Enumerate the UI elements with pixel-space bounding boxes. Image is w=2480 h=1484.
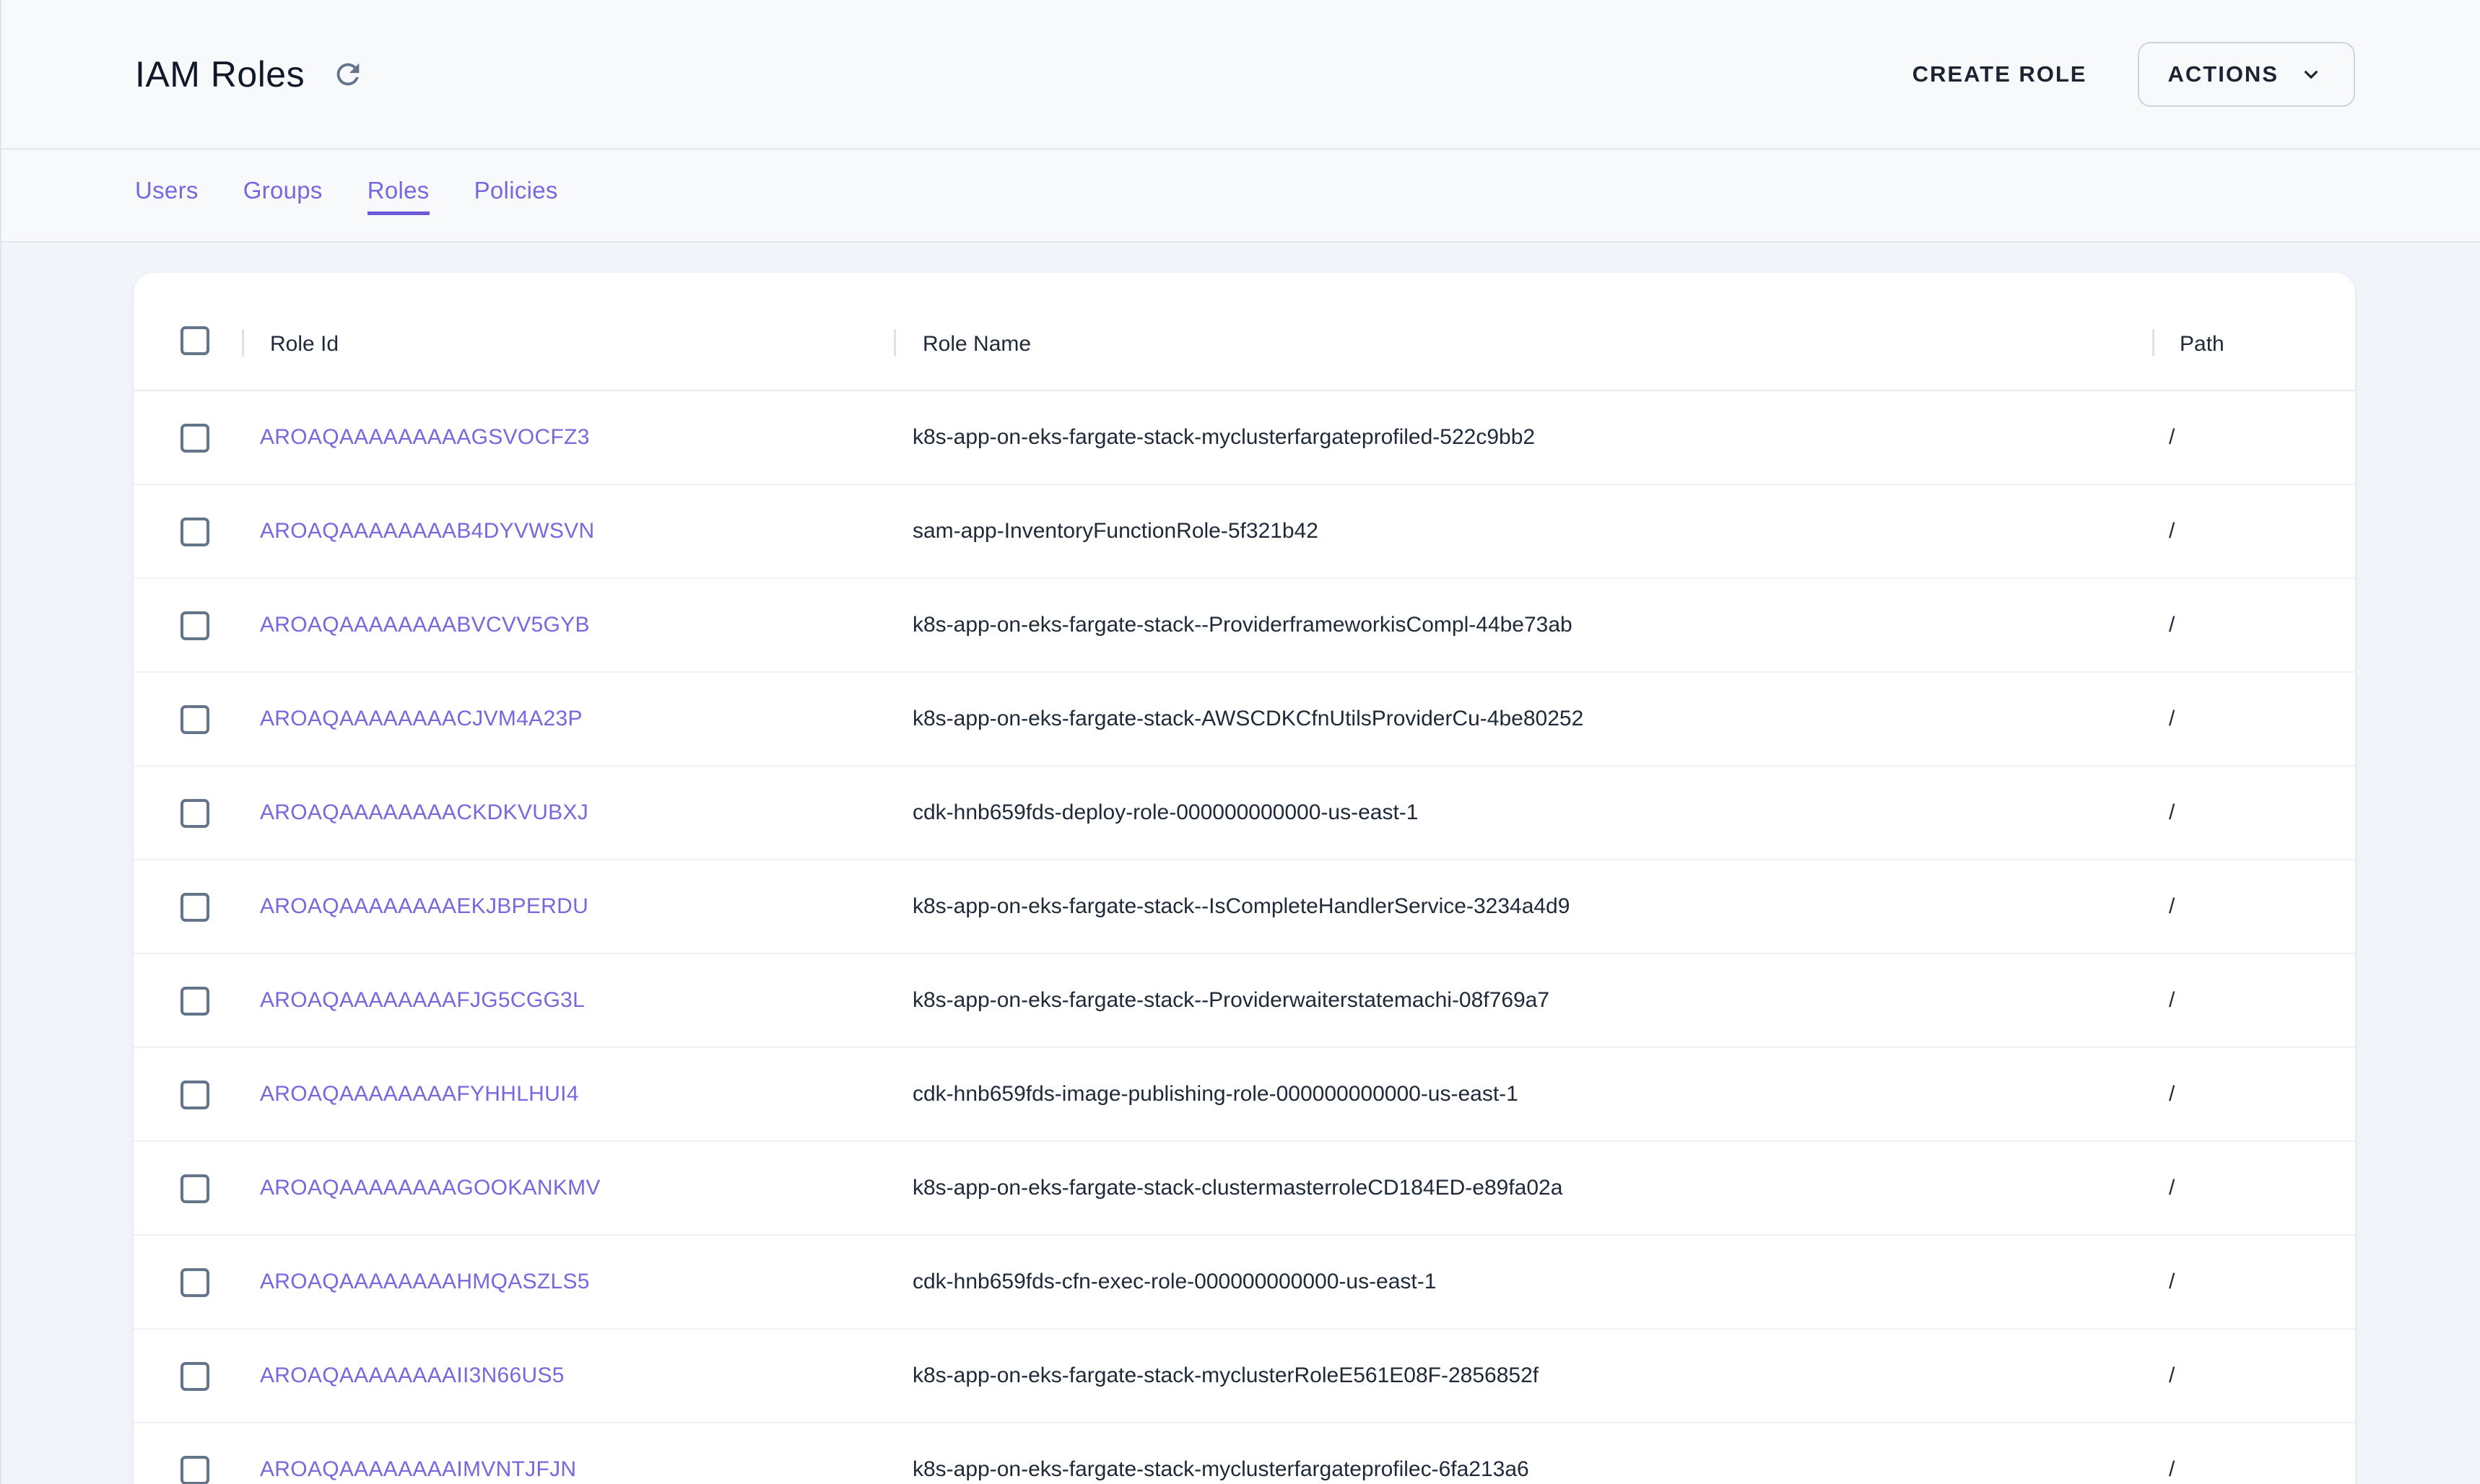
chevron-down-icon — [2297, 61, 2325, 88]
row-checkbox[interactable] — [180, 424, 209, 453]
table-header: Role Id Role Name Path — [134, 273, 2355, 391]
row-checkbox[interactable] — [180, 1362, 209, 1391]
actions-button-label: ACTIONS — [2168, 61, 2279, 87]
refresh-icon — [331, 58, 365, 91]
tab-groups[interactable]: Groups — [243, 177, 323, 215]
table-row: AROAQAAAAAAAAIMVNTJFJN k8s-app-on-eks-fa… — [134, 1423, 2355, 1484]
row-checkbox[interactable] — [180, 705, 209, 734]
table-row: AROAQAAAAAAAAAGSVOCFZ3 k8s-app-on-eks-fa… — [134, 391, 2355, 485]
title-wrap: IAM Roles — [135, 53, 365, 95]
roles-table-card: Role Id Role Name Path AROAQAAAAAAAAAGSV… — [134, 273, 2355, 1484]
role-id-link[interactable]: AROAQAAAAAAAAEKJBPERDU — [260, 894, 588, 919]
role-id-link[interactable]: AROAQAAAAAAAAFJG5CGG3L — [260, 988, 585, 1013]
role-id-link[interactable]: AROAQAAAAAAAABVCVV5GYB — [260, 613, 590, 637]
row-checkbox[interactable] — [180, 987, 209, 1016]
actions-button[interactable]: ACTIONS — [2138, 42, 2356, 107]
path-text: / — [2169, 613, 2175, 637]
role-name-text: k8s-app-on-eks-fargate-stack--Providerfr… — [913, 613, 1572, 637]
path-text: / — [2169, 1270, 2175, 1294]
role-name-text: cdk-hnb659fds-cfn-exec-role-000000000000… — [913, 1270, 1436, 1294]
role-id-link[interactable]: AROAQAAAAAAAAAGSVOCFZ3 — [260, 425, 590, 450]
role-name-text: k8s-app-on-eks-fargate-stack--Providerwa… — [913, 988, 1549, 1013]
role-name-text: k8s-app-on-eks-fargate-stack-myclusterRo… — [913, 1363, 1539, 1388]
table-row: AROAQAAAAAAAAFYHHLHUI4 cdk-hnb659fds-ima… — [134, 1048, 2355, 1142]
column-header-path[interactable]: Path — [2180, 331, 2224, 357]
tab-roles[interactable]: Roles — [367, 177, 430, 215]
role-name-text: cdk-hnb659fds-image-publishing-role-0000… — [913, 1082, 1518, 1107]
table-row: AROAQAAAAAAAACJVM4A23P k8s-app-on-eks-fa… — [134, 673, 2355, 767]
role-name-text: k8s-app-on-eks-fargate-stack-clustermast… — [913, 1176, 1562, 1200]
table-row: AROAQAAAAAAAAEKJBPERDU k8s-app-on-eks-fa… — [134, 860, 2355, 954]
column-divider — [242, 329, 244, 357]
path-text: / — [2169, 988, 2175, 1013]
role-id-link[interactable]: AROAQAAAAAAAACJVM4A23P — [260, 707, 583, 731]
row-checkbox[interactable] — [180, 1456, 209, 1484]
page-header: IAM Roles CREATE ROLE ACTIONS — [1, 0, 2480, 149]
table-row: AROAQAAAAAAAAHMQASZLS5 cdk-hnb659fds-cfn… — [134, 1236, 2355, 1330]
create-role-button[interactable]: CREATE ROLE — [1895, 48, 2105, 100]
row-checkbox[interactable] — [180, 893, 209, 922]
path-text: / — [2169, 1457, 2175, 1482]
refresh-button[interactable] — [331, 57, 365, 92]
path-text: / — [2169, 1082, 2175, 1107]
page-title: IAM Roles — [135, 53, 305, 95]
path-text: / — [2169, 707, 2175, 731]
tab-policies[interactable]: Policies — [474, 177, 558, 215]
row-checkbox[interactable] — [180, 1174, 209, 1203]
table-row: AROAQAAAAAAAAB4DYVWSVN sam-app-Inventory… — [134, 485, 2355, 579]
tab-bar: Users Groups Roles Policies — [1, 151, 2480, 243]
row-checkbox[interactable] — [180, 1268, 209, 1297]
path-text: / — [2169, 800, 2175, 825]
column-header-role-id[interactable]: Role Id — [270, 331, 339, 357]
role-id-link[interactable]: AROAQAAAAAAAAB4DYVWSVN — [260, 519, 594, 544]
role-id-link[interactable]: AROAQAAAAAAAAII3N66US5 — [260, 1363, 565, 1388]
role-id-link[interactable]: AROAQAAAAAAAAFYHHLHUI4 — [260, 1082, 579, 1107]
tab-users[interactable]: Users — [135, 177, 199, 215]
table-row: AROAQAAAAAAAABVCVV5GYB k8s-app-on-eks-fa… — [134, 579, 2355, 673]
table-row: AROAQAAAAAAAAII3N66US5 k8s-app-on-eks-fa… — [134, 1330, 2355, 1423]
role-name-text: k8s-app-on-eks-fargate-stack--IsComplete… — [913, 894, 1570, 919]
role-name-text: cdk-hnb659fds-deploy-role-000000000000-u… — [913, 800, 1418, 825]
role-id-link[interactable]: AROAQAAAAAAAAGOOKANKMV — [260, 1176, 601, 1200]
table-row: AROAQAAAAAAAAFJG5CGG3L k8s-app-on-eks-fa… — [134, 954, 2355, 1048]
row-checkbox[interactable] — [180, 611, 209, 640]
select-all-checkbox[interactable] — [180, 326, 209, 355]
role-id-link[interactable]: AROAQAAAAAAAAHMQASZLS5 — [260, 1270, 590, 1294]
row-checkbox[interactable] — [180, 518, 209, 546]
header-actions: CREATE ROLE ACTIONS — [1895, 0, 2355, 148]
role-name-text: k8s-app-on-eks-fargate-stack-myclusterfa… — [913, 1457, 1529, 1482]
path-text: / — [2169, 1363, 2175, 1388]
column-divider — [2152, 329, 2154, 357]
row-checkbox[interactable] — [180, 1081, 209, 1109]
column-header-role-name[interactable]: Role Name — [923, 331, 1031, 357]
row-checkbox[interactable] — [180, 799, 209, 828]
column-divider — [894, 329, 896, 357]
path-text: / — [2169, 519, 2175, 544]
path-text: / — [2169, 1176, 2175, 1200]
role-name-text: k8s-app-on-eks-fargate-stack-myclusterfa… — [913, 425, 1535, 450]
table-body: AROAQAAAAAAAAAGSVOCFZ3 k8s-app-on-eks-fa… — [134, 391, 2355, 1484]
table-row: AROAQAAAAAAAAGOOKANKMV k8s-app-on-eks-fa… — [134, 1142, 2355, 1236]
path-text: / — [2169, 894, 2175, 919]
table-row: AROAQAAAAAAAACKDKVUBXJ cdk-hnb659fds-dep… — [134, 767, 2355, 860]
role-name-text: k8s-app-on-eks-fargate-stack-AWSCDKCfnUt… — [913, 707, 1583, 731]
path-text: / — [2169, 425, 2175, 450]
role-id-link[interactable]: AROAQAAAAAAAAIMVNTJFJN — [260, 1457, 576, 1482]
role-name-text: sam-app-InventoryFunctionRole-5f321b42 — [913, 519, 1318, 544]
role-id-link[interactable]: AROAQAAAAAAAACKDKVUBXJ — [260, 800, 588, 825]
